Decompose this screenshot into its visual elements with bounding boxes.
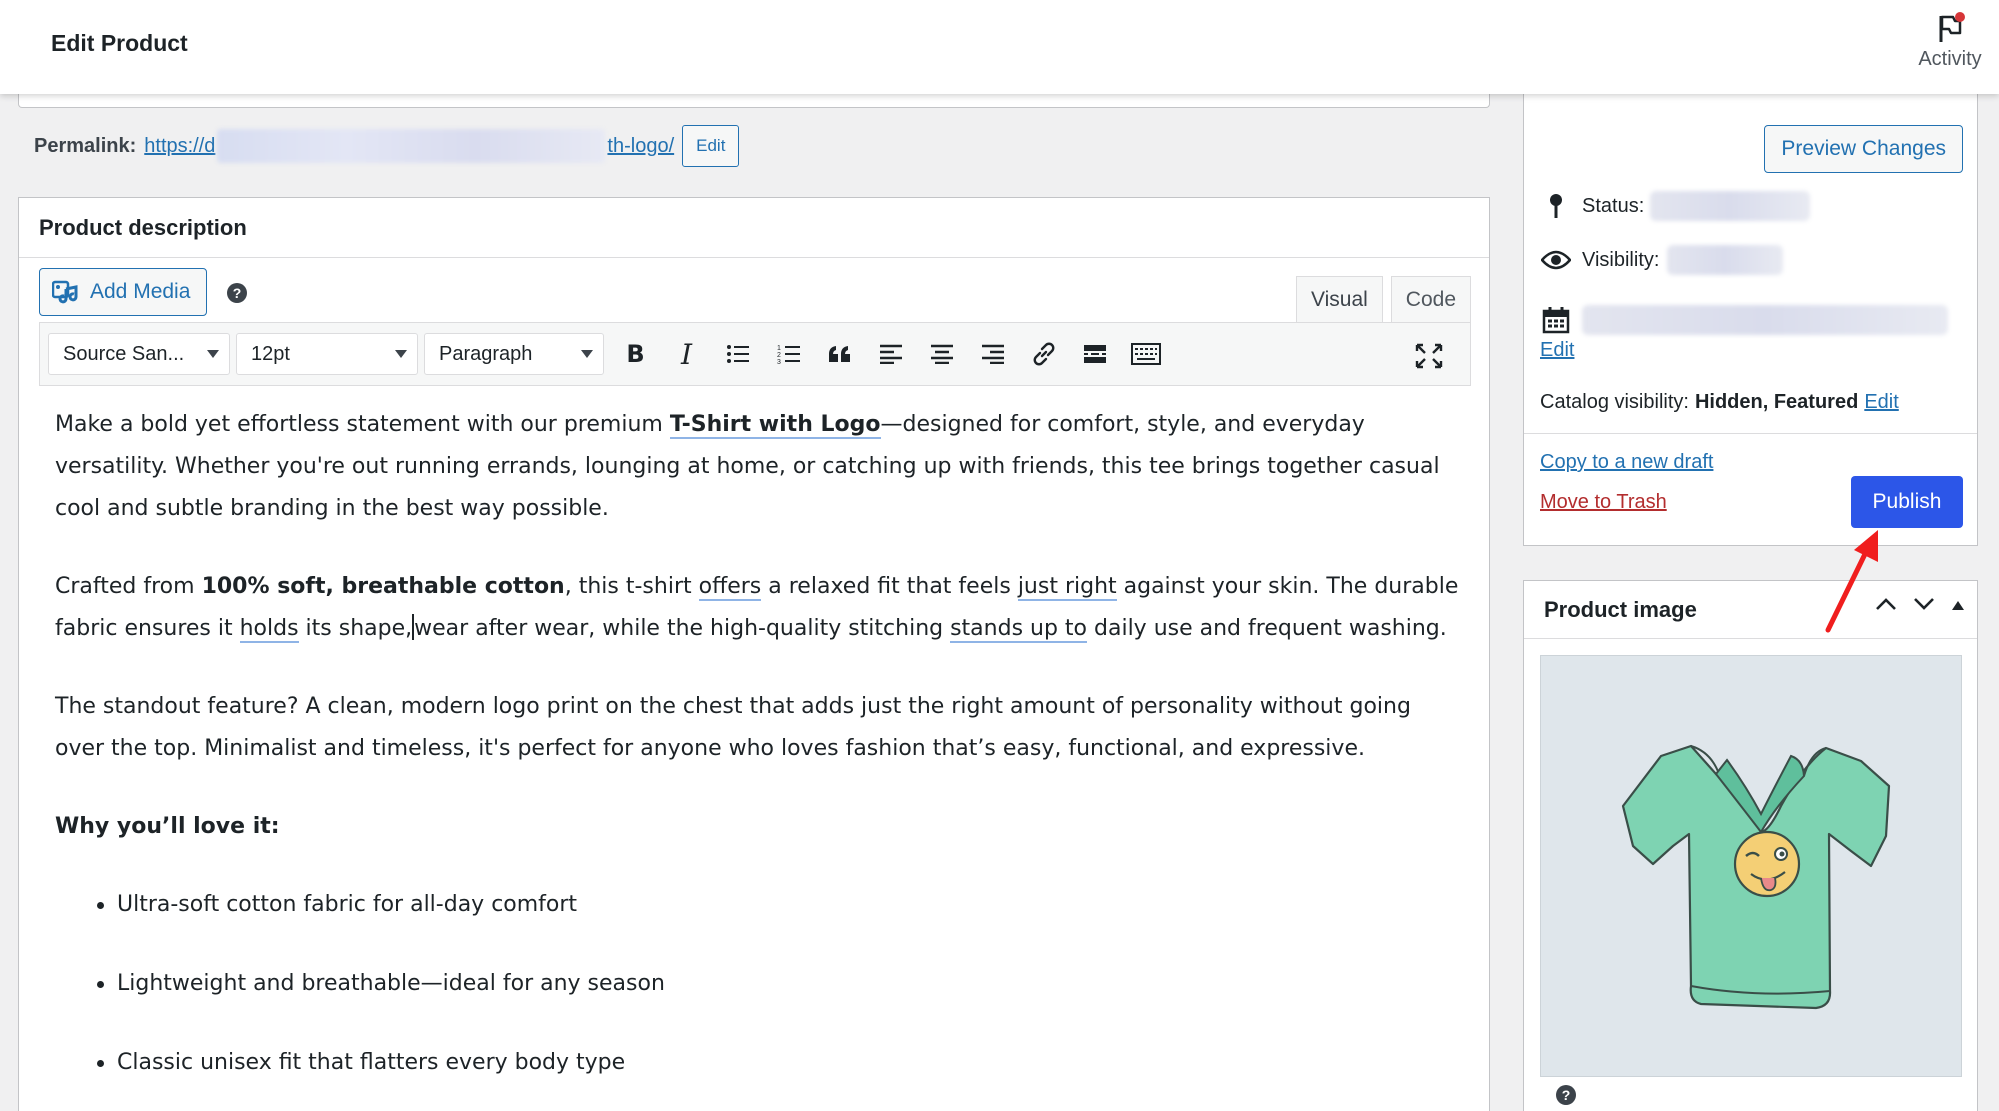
annotation-arrow (1825, 530, 1878, 633)
publish-date-row (1540, 305, 1948, 335)
svg-text:1: 1 (777, 345, 781, 352)
permalink-edit-button[interactable]: Edit (682, 125, 740, 167)
align-right-icon[interactable] (967, 333, 1018, 375)
bold-icon[interactable]: B (610, 333, 661, 375)
chevron-down-icon (395, 350, 407, 358)
catalog-visibility-value: Hidden, Featured (1694, 391, 1859, 413)
publish-date-redacted (1582, 305, 1948, 335)
permalink-redacted (217, 129, 606, 163)
paragraph-intro: Make a bold yet effortless statement wit… (55, 412, 1440, 521)
add-media-button[interactable]: Add Media (39, 268, 208, 316)
publish-date-edit-link[interactable]: Edit (1540, 339, 1574, 362)
status-value-redacted (1650, 191, 1811, 221)
status-label: Status: (1582, 194, 1645, 217)
tab-code[interactable]: Code (1390, 276, 1471, 322)
toolbar-toggle-icon[interactable] (1120, 333, 1171, 375)
status-row: Status: (1540, 191, 1811, 221)
permalink-label: Permalink: (34, 134, 137, 157)
block-format-value: Paragraph (439, 342, 533, 365)
copy-draft-row: Copy to a new draft (1540, 451, 1713, 474)
svg-text:3: 3 (777, 359, 781, 365)
list-item: Ultra-soft cotton fabric for all-day com… (95, 884, 1465, 926)
publish-date-edit-row: Edit (1540, 339, 1574, 362)
editor-content[interactable]: Make a bold yet effortless statement wit… (55, 404, 1465, 1111)
svg-text:2: 2 (777, 352, 781, 359)
blockquote-icon[interactable] (814, 333, 865, 375)
catalog-visibility-label: Catalog visibility: (1540, 391, 1689, 413)
collapse-triangle-icon[interactable] (1951, 598, 1965, 616)
tab-visual[interactable]: Visual (1295, 276, 1383, 322)
editor-tabs: Visual Code (1295, 276, 1471, 322)
align-center-icon[interactable] (916, 333, 967, 375)
product-image-box: Product image ? (1523, 580, 1978, 1111)
chevron-down-icon[interactable] (1913, 597, 1935, 616)
font-family-select[interactable]: Source San... (48, 333, 230, 375)
font-size-value: 12pt (251, 342, 290, 365)
media-icon (52, 280, 78, 304)
visibility-label: Visibility: (1582, 248, 1660, 271)
why-heading: Why you’ll love it: (55, 814, 280, 839)
permalink-url-start[interactable]: https://d (144, 135, 215, 158)
help-icon[interactable]: ? (227, 283, 247, 303)
calendar-icon (1540, 306, 1572, 334)
font-size-select[interactable]: 12pt (236, 333, 418, 375)
chevron-down-icon (581, 350, 593, 358)
align-left-icon[interactable] (865, 333, 916, 375)
pin-icon (1540, 193, 1572, 219)
catalog-visibility-row: Catalog visibility: Hidden, Featured Edi… (1540, 391, 1899, 414)
italic-icon[interactable]: I (661, 333, 712, 375)
help-icon[interactable]: ? (1556, 1085, 1576, 1105)
link-icon[interactable] (1018, 333, 1069, 375)
paragraph-fabric: Crafted from 100% soft, breathable cotto… (55, 574, 1459, 643)
divider (1524, 433, 1977, 434)
preview-changes-button[interactable]: Preview Changes (1764, 125, 1963, 173)
top-bar: Edit Product Activity (0, 0, 1999, 94)
visibility-row: Visibility: (1540, 245, 1784, 275)
product-image-thumbnail[interactable] (1540, 655, 1962, 1077)
editor-toolbar: Source San... 12pt Paragraph B I 123 (39, 322, 1471, 386)
fullscreen-icon[interactable] (1403, 335, 1454, 377)
eye-icon (1540, 250, 1572, 270)
bullet-list-icon[interactable] (712, 333, 763, 375)
list-item: Lightweight and breathable—ideal for any… (95, 963, 1465, 1005)
numbered-list-icon[interactable]: 123 (763, 333, 814, 375)
product-description-title: Product description (19, 198, 1489, 258)
permalink-url-end[interactable]: th-logo/ (607, 135, 674, 158)
flag-icon (1939, 12, 1965, 42)
page-title: Edit Product (51, 30, 188, 56)
permalink-row: Permalink: https://d th-logo/ Edit (34, 125, 740, 167)
move-to-trash-link[interactable]: Move to Trash (1540, 491, 1667, 514)
paragraph-feature: The standout feature? A clean, modern lo… (55, 694, 1411, 761)
publish-box: Preview Changes Status: Visibility: Edit… (1523, 86, 1978, 546)
add-media-label: Add Media (90, 280, 191, 303)
visibility-value-redacted (1667, 245, 1784, 275)
trash-row: Move to Trash (1540, 491, 1667, 514)
feature-list: Ultra-soft cotton fabric for all-day com… (95, 884, 1465, 1084)
copy-to-draft-link[interactable]: Copy to a new draft (1540, 451, 1713, 474)
tshirt-image (1621, 744, 1891, 1010)
catalog-visibility-edit-link[interactable]: Edit (1864, 391, 1898, 414)
activity-button[interactable]: Activity (1913, 12, 1987, 71)
block-format-select[interactable]: Paragraph (424, 333, 604, 375)
font-family-value: Source San... (63, 342, 185, 365)
read-more-icon[interactable] (1069, 333, 1120, 375)
chevron-down-icon (207, 350, 219, 358)
product-description-box: Product description Add Media ? Visual C… (18, 197, 1490, 1111)
publish-button[interactable]: Publish (1851, 476, 1963, 528)
list-item: Classic unisex fit that flatters every b… (95, 1042, 1465, 1084)
activity-label: Activity (1918, 48, 1982, 70)
